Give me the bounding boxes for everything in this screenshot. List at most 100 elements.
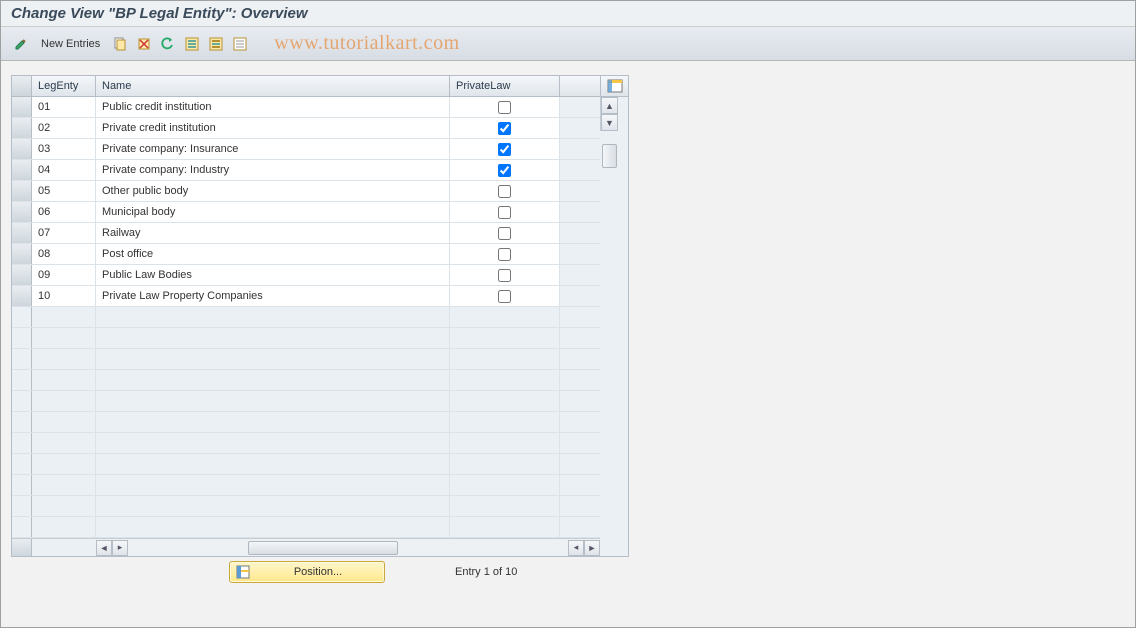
cell-leg-entity[interactable] — [32, 454, 96, 474]
cell-leg-entity[interactable]: 05 — [32, 181, 96, 201]
row-selector[interactable] — [12, 433, 32, 453]
cell-name[interactable] — [96, 349, 450, 369]
row-selector[interactable] — [12, 139, 32, 159]
cell-leg-entity[interactable] — [32, 307, 96, 327]
cell-leg-entity[interactable] — [32, 517, 96, 537]
toggle-display-change-icon[interactable] — [11, 34, 31, 54]
cell-leg-entity[interactable] — [32, 391, 96, 411]
cell-private-law[interactable] — [450, 370, 560, 390]
cell-name[interactable] — [96, 496, 450, 516]
header-private-law[interactable]: PrivateLaw — [450, 76, 560, 96]
cell-name[interactable]: Private company: Industry — [96, 160, 450, 180]
scroll-right-icon[interactable]: ► — [584, 540, 600, 556]
row-selector[interactable] — [12, 286, 32, 306]
cell-name[interactable]: Private Law Property Companies — [96, 286, 450, 306]
new-entries-button[interactable]: New Entries — [35, 36, 106, 52]
cell-private-law[interactable] — [450, 496, 560, 516]
row-selector[interactable] — [12, 265, 32, 285]
cell-name[interactable] — [96, 475, 450, 495]
cell-private-law[interactable] — [450, 391, 560, 411]
hscroll-track[interactable] — [128, 540, 568, 556]
private-law-checkbox[interactable] — [498, 206, 511, 219]
row-selector[interactable] — [12, 517, 32, 537]
private-law-checkbox[interactable] — [498, 290, 511, 303]
cell-leg-entity[interactable] — [32, 475, 96, 495]
row-selector[interactable] — [12, 97, 32, 117]
scroll-up-icon[interactable]: ▲ — [601, 97, 618, 114]
select-all-icon[interactable] — [182, 34, 202, 54]
private-law-checkbox[interactable] — [498, 248, 511, 261]
table-config-icon[interactable] — [600, 76, 628, 97]
scroll-left-icon[interactable]: ◄ — [96, 540, 112, 556]
row-selector[interactable] — [12, 475, 32, 495]
cell-private-law[interactable] — [450, 139, 560, 159]
cell-private-law[interactable] — [450, 244, 560, 264]
cell-name[interactable] — [96, 433, 450, 453]
header-row-selector[interactable] — [12, 76, 32, 96]
cell-private-law[interactable] — [450, 475, 560, 495]
deselect-all-icon[interactable] — [230, 34, 250, 54]
header-leg-entity[interactable]: LegEnty — [32, 76, 96, 96]
cell-leg-entity[interactable]: 07 — [32, 223, 96, 243]
row-selector[interactable] — [12, 181, 32, 201]
cell-private-law[interactable] — [450, 307, 560, 327]
row-selector[interactable] — [12, 244, 32, 264]
cell-private-law[interactable] — [450, 265, 560, 285]
row-selector[interactable] — [12, 328, 32, 348]
cell-leg-entity[interactable]: 08 — [32, 244, 96, 264]
cell-private-law[interactable] — [450, 160, 560, 180]
cell-leg-entity[interactable] — [32, 370, 96, 390]
row-selector[interactable] — [12, 307, 32, 327]
cell-leg-entity[interactable]: 10 — [32, 286, 96, 306]
cell-name[interactable]: Municipal body — [96, 202, 450, 222]
private-law-checkbox[interactable] — [498, 143, 511, 156]
cell-name[interactable]: Railway — [96, 223, 450, 243]
cell-leg-entity[interactable] — [32, 496, 96, 516]
cell-name[interactable]: Public credit institution — [96, 97, 450, 117]
cell-name[interactable] — [96, 370, 450, 390]
cell-leg-entity[interactable] — [32, 412, 96, 432]
row-selector[interactable] — [12, 370, 32, 390]
cell-name[interactable]: Other public body — [96, 181, 450, 201]
cell-private-law[interactable] — [450, 349, 560, 369]
undo-icon[interactable] — [158, 34, 178, 54]
cell-name[interactable] — [96, 412, 450, 432]
row-selector[interactable] — [12, 496, 32, 516]
cell-private-law[interactable] — [450, 181, 560, 201]
hscroll-thumb[interactable] — [248, 541, 398, 555]
row-selector[interactable] — [12, 454, 32, 474]
row-selector[interactable] — [12, 391, 32, 411]
private-law-checkbox[interactable] — [498, 269, 511, 282]
cell-private-law[interactable] — [450, 202, 560, 222]
cell-name[interactable] — [96, 517, 450, 537]
scroll-left-fast-icon[interactable]: ▸ — [112, 540, 128, 556]
cell-leg-entity[interactable]: 06 — [32, 202, 96, 222]
cell-private-law[interactable] — [450, 286, 560, 306]
cell-private-law[interactable] — [450, 328, 560, 348]
cell-leg-entity[interactable] — [32, 328, 96, 348]
cell-leg-entity[interactable]: 09 — [32, 265, 96, 285]
cell-name[interactable] — [96, 454, 450, 474]
cell-name[interactable] — [96, 391, 450, 411]
row-selector[interactable] — [12, 118, 32, 138]
cell-private-law[interactable] — [450, 433, 560, 453]
row-selector[interactable] — [12, 160, 32, 180]
cell-private-law[interactable] — [450, 517, 560, 537]
cell-name[interactable]: Public Law Bodies — [96, 265, 450, 285]
cell-name[interactable]: Private credit institution — [96, 118, 450, 138]
row-selector[interactable] — [12, 412, 32, 432]
header-name[interactable]: Name — [96, 76, 450, 96]
private-law-checkbox[interactable] — [498, 185, 511, 198]
cell-name[interactable] — [96, 307, 450, 327]
cell-leg-entity[interactable] — [32, 349, 96, 369]
scroll-down-icon[interactable]: ▼ — [601, 114, 618, 131]
select-block-icon[interactable] — [206, 34, 226, 54]
cell-leg-entity[interactable]: 02 — [32, 118, 96, 138]
private-law-checkbox[interactable] — [498, 101, 511, 114]
position-button[interactable]: Position... — [229, 561, 385, 583]
copy-as-icon[interactable] — [110, 34, 130, 54]
cell-private-law[interactable] — [450, 118, 560, 138]
row-selector[interactable] — [12, 202, 32, 222]
cell-name[interactable]: Post office — [96, 244, 450, 264]
cell-private-law[interactable] — [450, 223, 560, 243]
